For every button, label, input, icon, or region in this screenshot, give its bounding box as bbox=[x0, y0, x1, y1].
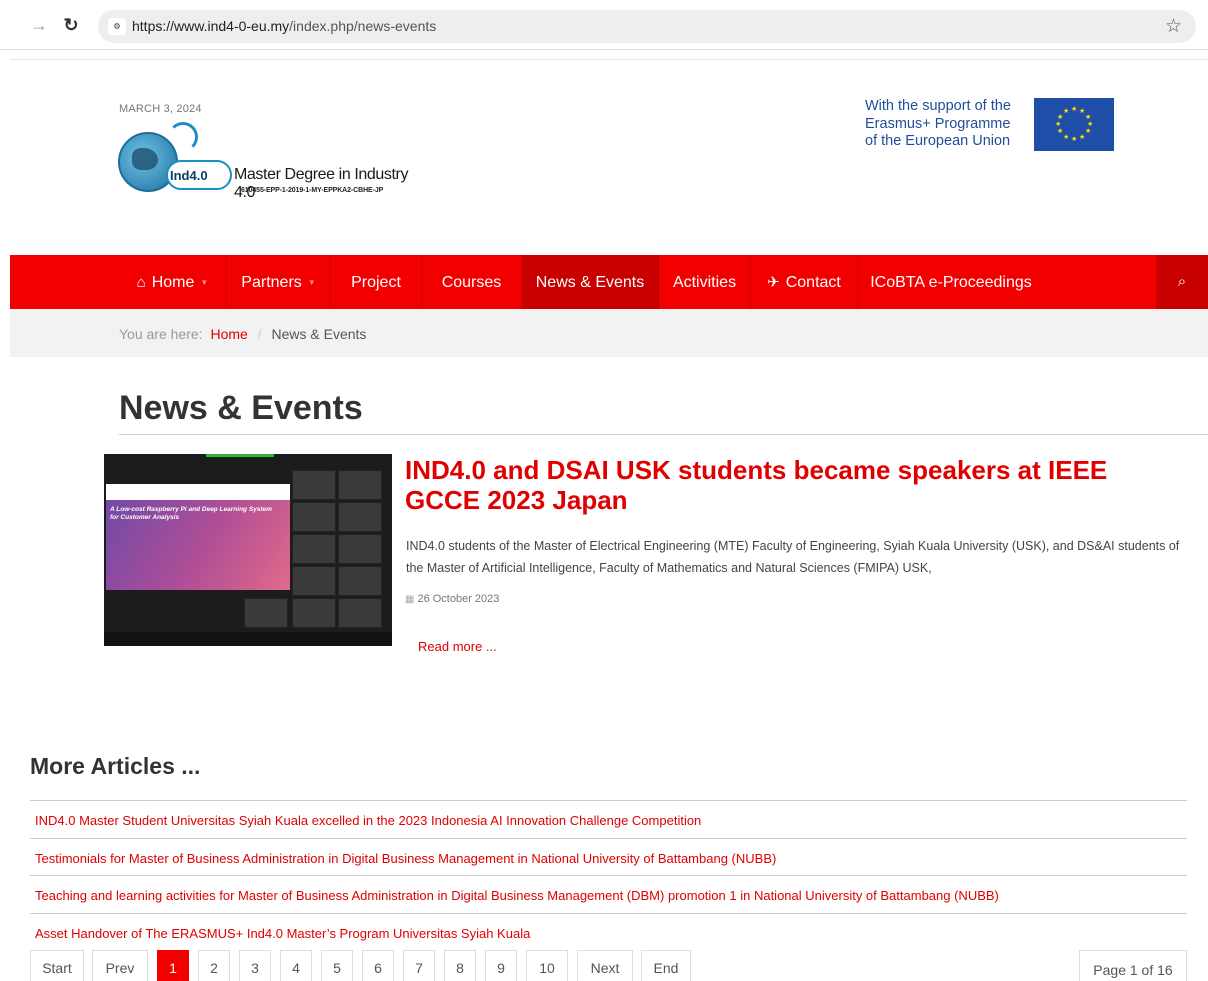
pagination-page-2[interactable]: 2 bbox=[198, 950, 230, 981]
caret-down-icon: ▼ bbox=[200, 278, 209, 287]
breadcrumb-separator: / bbox=[257, 326, 262, 342]
pagination-start[interactable]: Start bbox=[30, 950, 84, 981]
eu-support-line-1: With the support of the bbox=[865, 98, 1011, 114]
calendar-icon: ▦ bbox=[405, 594, 415, 605]
home-icon: ⌂ bbox=[136, 274, 146, 292]
caret-down-icon: ▼ bbox=[307, 278, 316, 287]
eu-support-line-2: Erasmus+ Programme bbox=[865, 115, 1011, 132]
nav-item-activities[interactable]: Activities bbox=[659, 255, 751, 309]
pagination-page-8[interactable]: 8 bbox=[444, 950, 476, 981]
eu-support-text: With the support of the Erasmus+ Program… bbox=[865, 98, 1033, 151]
nav-item-contact[interactable]: ✈ Contact bbox=[751, 255, 858, 309]
nav-item-partners[interactable]: Partners ▼ bbox=[227, 255, 331, 309]
title-divider bbox=[119, 434, 1208, 435]
nav-item-label: Partners bbox=[241, 274, 302, 292]
page-title: News & Events bbox=[119, 389, 363, 427]
nav-item-label: Activities bbox=[672, 274, 737, 291]
site-logo[interactable]: Ind4.0 Master Degree in Industry 4.0 610… bbox=[118, 122, 418, 201]
breadcrumb-home-link[interactable]: Home bbox=[210, 326, 247, 342]
eu-flag-icon: ★ ★ ★ ★ ★ ★ ★ ★ ★ ★ ★ ★ bbox=[1034, 98, 1114, 151]
url-path: /index.php/news-events bbox=[289, 18, 437, 34]
paper-plane-icon: ✈ bbox=[767, 274, 780, 291]
pagination-page-6[interactable]: 6 bbox=[362, 950, 394, 981]
slide-text: for Customer Analysis bbox=[110, 514, 180, 521]
address-bar[interactable]: ⚙ https://www.ind4-0-eu.my/index.php/new… bbox=[98, 10, 1196, 43]
pagination-next[interactable]: Next bbox=[577, 950, 633, 981]
list-item[interactable]: Asset Handover of The ERASMUS+ Ind4.0 Ma… bbox=[30, 912, 1187, 951]
pagination-page-4[interactable]: 4 bbox=[280, 950, 312, 981]
arrow-right-icon[interactable]: → bbox=[28, 14, 50, 36]
nav-item-label: Contact bbox=[785, 274, 841, 291]
star-icon[interactable]: ☆ bbox=[1165, 15, 1182, 38]
nav-item-home[interactable]: ⌂ Home ▼ bbox=[119, 255, 227, 309]
article-date-text: 26 October 2023 bbox=[417, 593, 500, 605]
featured-article-intro: IND4.0 students of the Master of Electri… bbox=[406, 539, 1180, 575]
nav-item-project[interactable]: Project bbox=[331, 255, 422, 309]
main-nav: ⌂ Home ▼ Partners ▼ Project Courses News & … bbox=[10, 255, 1208, 309]
nav-item-label: Courses bbox=[441, 274, 502, 291]
reload-icon[interactable]: ↻ bbox=[60, 14, 82, 36]
nav-item-courses[interactable]: Courses bbox=[422, 255, 522, 309]
top-divider bbox=[10, 59, 1208, 60]
more-articles-list: IND4.0 Master Student Universitas Syiah … bbox=[30, 800, 1187, 950]
site-settings-icon[interactable]: ⚙ bbox=[108, 18, 126, 35]
logo-badge: Ind4.0 bbox=[170, 168, 208, 183]
url-host: https://www.ind4-0-eu.my bbox=[132, 18, 290, 34]
nav-item-label: ICoBTA e-Proceedings bbox=[870, 274, 1032, 291]
more-articles-title: More Articles ... bbox=[30, 753, 201, 779]
breadcrumb: You are here: Home / News & Events bbox=[10, 309, 1208, 357]
logo-title: Master Degree in Industry 4.0 bbox=[234, 166, 409, 201]
pagination-page-3[interactable]: 3 bbox=[239, 950, 271, 981]
pagination-end[interactable]: End bbox=[641, 950, 691, 981]
list-item[interactable]: Teaching and learning activities for Mas… bbox=[30, 875, 1187, 913]
featured-article-image[interactable]: A Low-cost Raspberry Pi and Deep Learnin… bbox=[104, 454, 392, 646]
list-item[interactable]: Testimonials for Master of Business Admi… bbox=[30, 837, 1187, 876]
nav-item-icobta[interactable]: ICoBTA e-Proceedings bbox=[858, 255, 1044, 309]
browser-toolbar: → ↻ ⚙ https://www.ind4-0-eu.my/index.php… bbox=[0, 0, 1208, 50]
logo-project-code: 610455-EPP-1-2019-1-MY-EPPKA2-CBHE-JP bbox=[241, 187, 384, 194]
pagination-page-9[interactable]: 9 bbox=[485, 950, 517, 981]
nav-item-label: Home bbox=[151, 274, 195, 292]
eu-support-line-3: of the European Union bbox=[865, 133, 1011, 149]
page-counter: Page 1 of 16 bbox=[1079, 950, 1187, 981]
pagination-page-1[interactable]: 1 bbox=[157, 950, 189, 981]
search-icon[interactable]: ⌕ bbox=[1156, 255, 1208, 309]
pagination-page-10[interactable]: 10 bbox=[526, 950, 568, 981]
featured-article-date: ▦ 26 October 2023 bbox=[405, 593, 499, 605]
breadcrumb-current: News & Events bbox=[271, 326, 367, 342]
url-text[interactable]: https://www.ind4-0-eu.my/index.php/news-… bbox=[132, 18, 436, 34]
read-more-link[interactable]: Read more ... bbox=[418, 639, 497, 654]
list-item[interactable]: IND4.0 Master Student Universitas Syiah … bbox=[30, 800, 1187, 838]
header-date: MARCH 3, 2024 bbox=[119, 103, 202, 115]
pagination-prev[interactable]: Prev bbox=[92, 950, 148, 981]
nav-item-label: Project bbox=[351, 274, 401, 291]
featured-article-title[interactable]: IND4.0 and DSAI USK students became spea… bbox=[405, 455, 1145, 515]
nav-item-news-events[interactable]: News & Events bbox=[522, 255, 659, 309]
slide-text: A Low-cost Raspberry Pi and Deep Learnin… bbox=[110, 506, 272, 513]
wifi-icon bbox=[168, 122, 198, 152]
pagination-page-5[interactable]: 5 bbox=[321, 950, 353, 981]
breadcrumb-prefix: You are here: bbox=[119, 326, 203, 342]
nav-item-label: News & Events bbox=[535, 274, 645, 291]
pagination-page-7[interactable]: 7 bbox=[403, 950, 435, 981]
